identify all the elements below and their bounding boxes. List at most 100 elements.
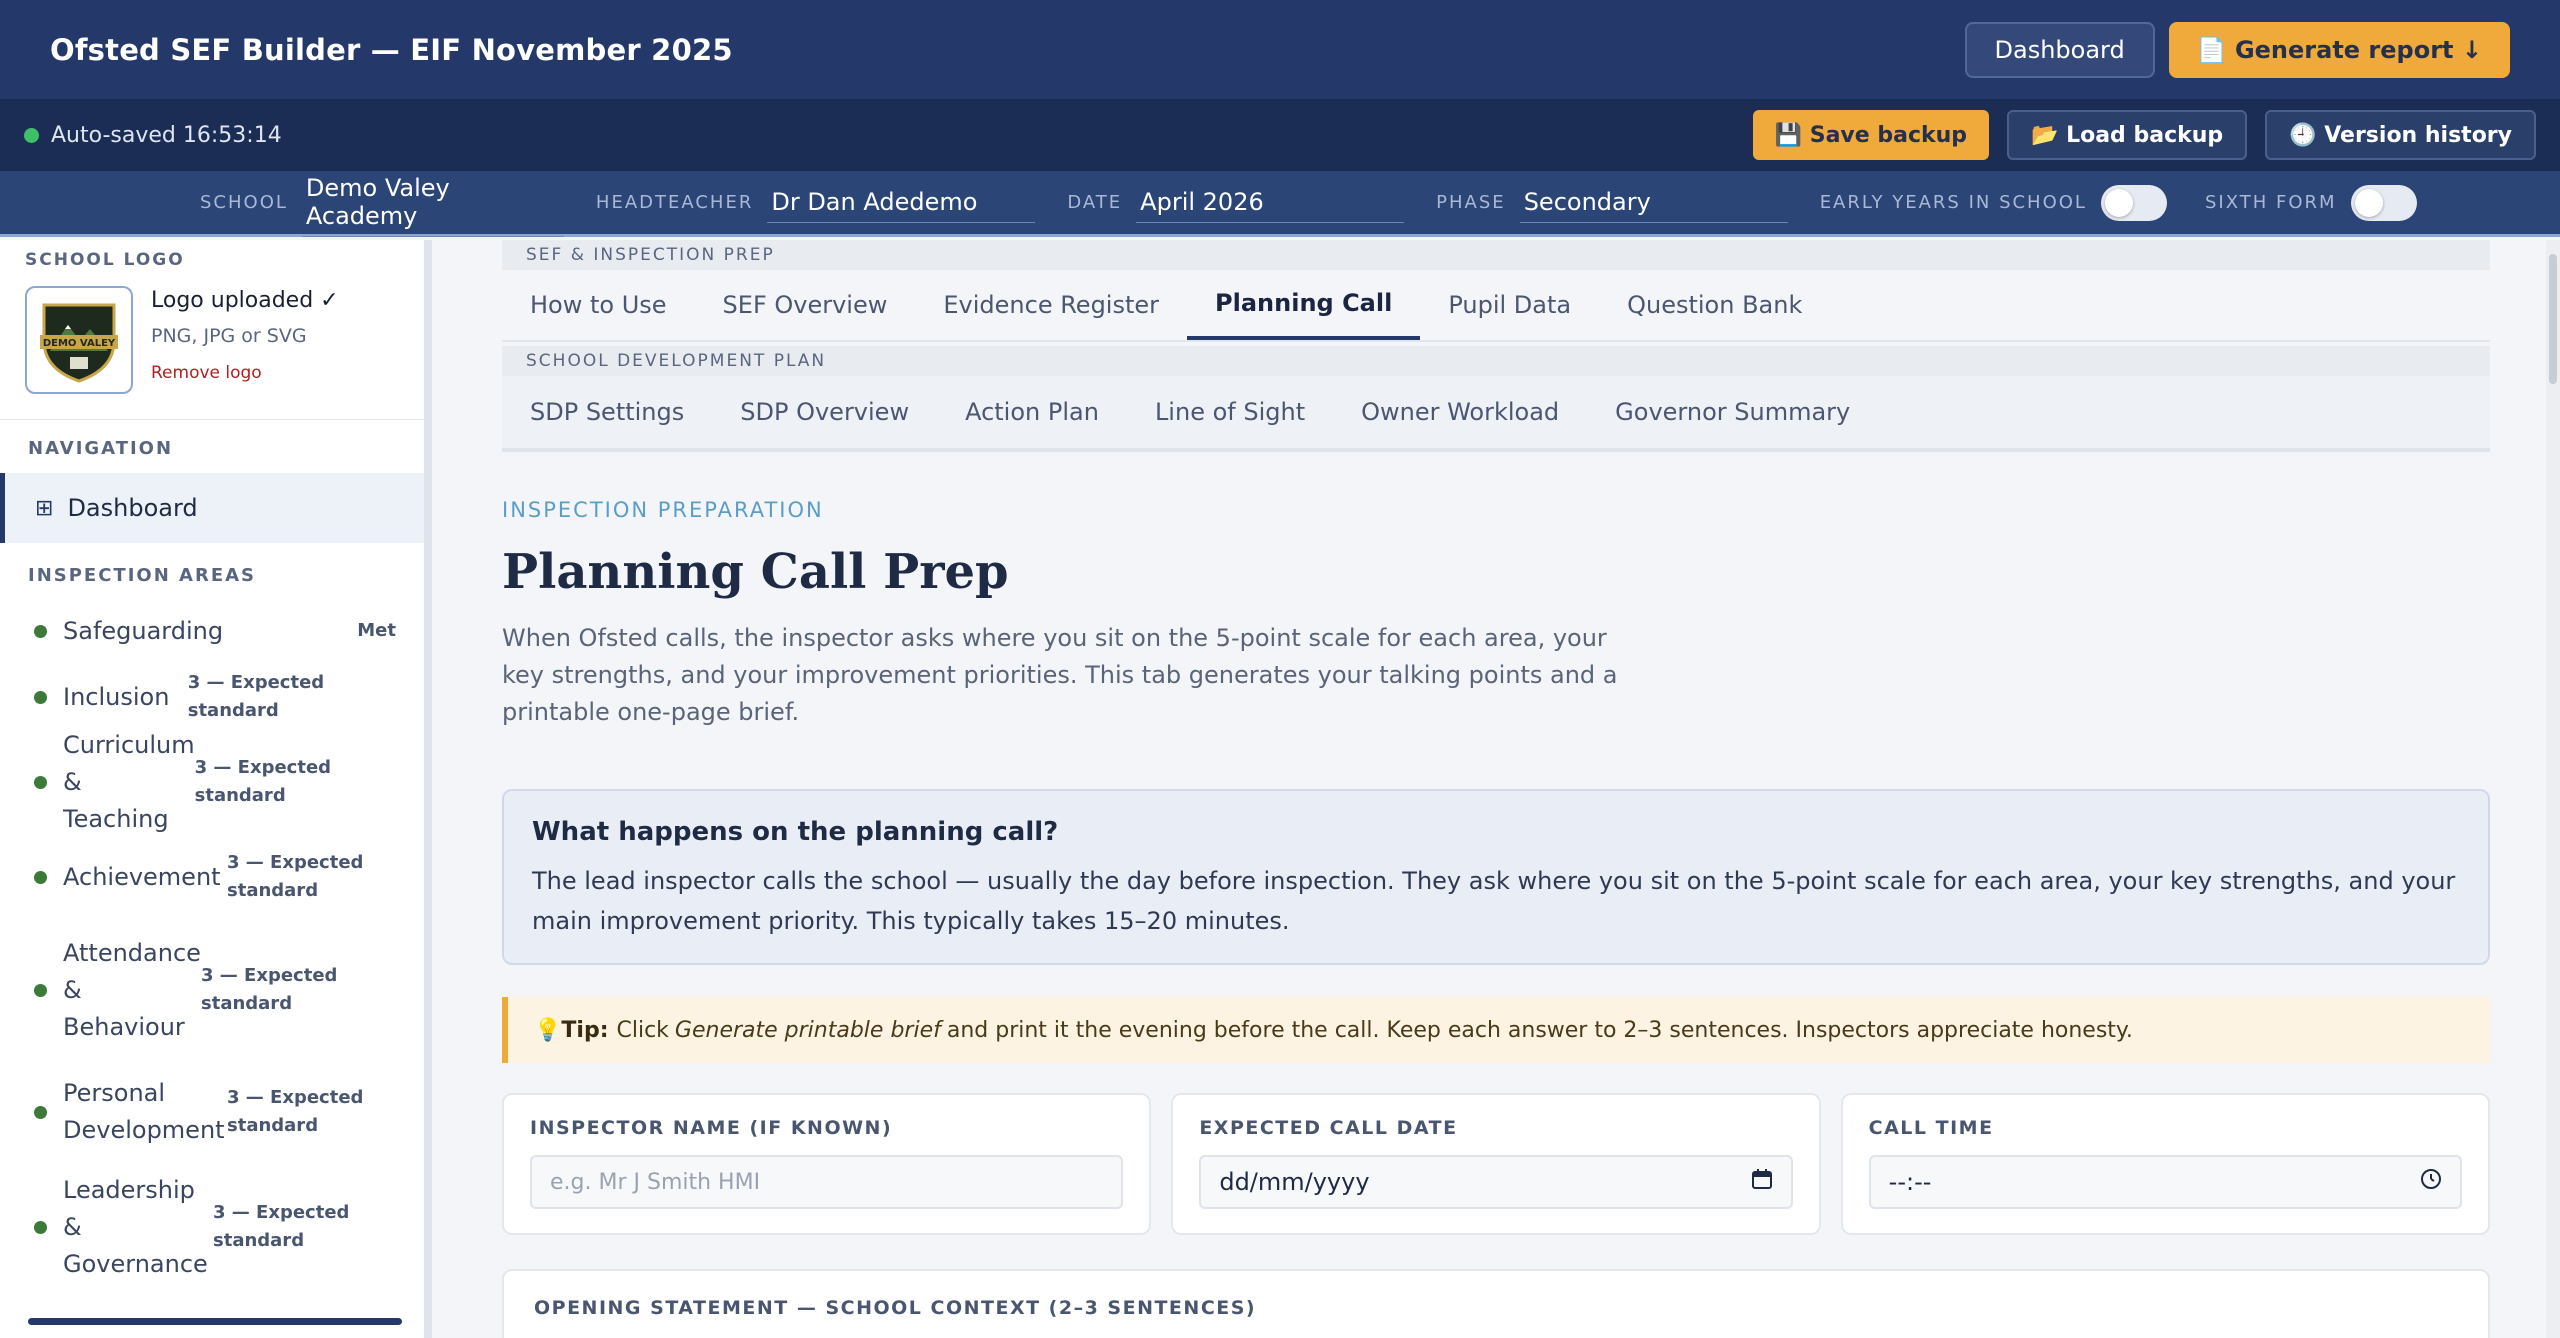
area-name: Inclusion xyxy=(63,682,170,711)
opening-statement-card: OPENING STATEMENT — SCHOOL CONTEXT (2–3 … xyxy=(502,1269,2490,1338)
date-input[interactable]: April 2026 xyxy=(1136,182,1405,223)
sidebar-item-inclusion[interactable]: Inclusion 3 — Expected standard xyxy=(0,664,424,730)
logo-section-label: SCHOOL LOGO xyxy=(25,250,185,270)
school-info-bar: SCHOOL Demo Valey Academy HEADTEACHER Dr… xyxy=(0,171,2560,237)
tab-sdp-settings[interactable]: SDP Settings xyxy=(502,376,712,448)
calendar-icon[interactable] xyxy=(1751,1168,1773,1196)
date-field: DATE April 2026 xyxy=(1067,182,1405,223)
sidebar-item-personal-development[interactable]: Personal Development 3 — Expected standa… xyxy=(0,1060,424,1164)
sdp-tabs: SDP Settings SDP Overview Action Plan Li… xyxy=(502,376,2490,452)
tab-governor-summary[interactable]: Governor Summary xyxy=(1587,376,1878,448)
area-status: 3 — Expected standard xyxy=(194,757,332,806)
phase-select[interactable]: Secondary xyxy=(1519,182,1788,223)
area-status: 3 — Expected standard xyxy=(213,1202,350,1251)
call-date-label: EXPECTED CALL DATE xyxy=(1199,1117,1458,1139)
sixth-form-label: SIXTH FORM xyxy=(2204,192,2337,213)
tab-line-of-sight[interactable]: Line of Sight xyxy=(1127,376,1333,448)
phase-label: PHASE xyxy=(1436,192,1506,213)
toggle-knob xyxy=(2104,188,2133,217)
save-backup-button[interactable]: 💾 Save backup xyxy=(1752,110,1990,160)
app-title: Ofsted SEF Builder — EIF November 2025 xyxy=(50,32,733,67)
area-status: 3 — Expected standard xyxy=(201,965,338,1014)
tab-pupil-data[interactable]: Pupil Data xyxy=(1420,270,1599,340)
sidebar: SCHOOL LOGO DEMO VALEY Logo uploaded ✓ P… xyxy=(0,240,432,1338)
sidebar-item-dashboard[interactable]: ⊞ Dashboard xyxy=(0,473,424,543)
inspection-area-list: Safeguarding Met Inclusion 3 — Expected … xyxy=(0,598,424,1290)
early-years-label: EARLY YEARS IN SCHOOL xyxy=(1819,192,2087,213)
nav-section-label: NAVIGATION xyxy=(28,438,174,459)
tip-banner: 💡 Tip: Click Generate printable brief an… xyxy=(502,997,2490,1063)
status-dot-icon xyxy=(34,870,47,884)
sidebar-item-achievement[interactable]: Achievement 3 — Expected standard xyxy=(0,834,424,920)
area-name: Achievement xyxy=(63,862,221,891)
tip-text-post: and print it the evening before the call… xyxy=(946,1017,2133,1043)
load-backup-button[interactable]: 📂 Load backup xyxy=(2007,110,2248,160)
status-dot-icon xyxy=(34,1105,47,1119)
sidebar-item-attendance-behaviour[interactable]: Attendance & Behaviour 3 — Expected stan… xyxy=(0,920,424,1060)
early-years-toggle[interactable] xyxy=(2100,184,2167,221)
version-history-button[interactable]: 🕘 Version history xyxy=(2265,110,2536,160)
headteacher-input[interactable]: Dr Dan Adedemo xyxy=(767,182,1036,223)
status-dot-icon xyxy=(34,624,47,638)
logo-row: DEMO VALEY Logo uploaded ✓ PNG, JPG or S… xyxy=(25,286,424,394)
page-scrollbar[interactable] xyxy=(2546,240,2560,1338)
school-field: SCHOOL Demo Valey Academy xyxy=(200,168,564,237)
grid-icon: ⊞ xyxy=(35,495,54,521)
headteacher-label: HEADTEACHER xyxy=(595,192,754,213)
area-name: Attendance & Behaviour xyxy=(63,938,201,1041)
remove-logo-link[interactable]: Remove logo xyxy=(151,363,339,383)
area-status: 3 — Expected standard xyxy=(227,1087,364,1136)
tab-sef-overview[interactable]: SEF Overview xyxy=(695,270,916,340)
status-dot-icon xyxy=(34,1220,47,1234)
page-intro: When Ofsted calls, the inspector asks wh… xyxy=(502,624,1618,726)
inspector-name-input[interactable]: e.g. Mr J Smith HMI xyxy=(530,1155,1124,1209)
tab-planning-call[interactable]: Planning Call xyxy=(1187,270,1421,340)
call-date-value: dd/mm/yyyy xyxy=(1219,1168,1370,1196)
tip-label: Tip: xyxy=(561,1017,609,1043)
page-title: Planning Call Prep xyxy=(502,544,1009,600)
logo-formats-text: PNG, JPG or SVG xyxy=(151,325,307,347)
area-status: 3 — Expected standard xyxy=(227,852,364,901)
call-time-label: CALL TIME xyxy=(1868,1117,1994,1139)
status-dot-icon xyxy=(34,690,47,704)
tab-owner-workload[interactable]: Owner Workload xyxy=(1333,376,1587,448)
tab-question-bank[interactable]: Question Bank xyxy=(1599,270,1830,340)
tab-evidence-register[interactable]: Evidence Register xyxy=(915,270,1187,340)
generate-report-button[interactable]: 📄 Generate report ↓ xyxy=(2168,21,2510,78)
planning-call-info-card: What happens on the planning call? The l… xyxy=(502,789,2490,965)
tab-how-to-use[interactable]: How to Use xyxy=(502,270,695,340)
opening-statement-label: OPENING STATEMENT — SCHOOL CONTEXT (2–3 … xyxy=(534,1297,1257,1319)
sidebar-item-leadership-governance[interactable]: Leadership & Governance 3 — Expected sta… xyxy=(0,1164,424,1290)
sidebar-item-safeguarding[interactable]: Safeguarding Met xyxy=(0,598,424,664)
area-status: Met xyxy=(357,620,396,641)
sixth-form-toggle[interactable] xyxy=(2350,184,2417,221)
call-time-value: --:-- xyxy=(1888,1168,1932,1196)
header-actions: Dashboard 📄 Generate report ↓ xyxy=(1964,21,2510,78)
sidebar-item-curriculum-teaching[interactable]: Curriculum & Teaching 3 — Expected stand… xyxy=(0,730,424,834)
status-dot-icon xyxy=(34,983,47,997)
call-date-input[interactable]: dd/mm/yyyy xyxy=(1199,1155,1793,1209)
app-header: Ofsted SEF Builder — EIF November 2025 D… xyxy=(0,0,2560,99)
logo-section: SCHOOL LOGO DEMO VALEY Logo uploaded ✓ P… xyxy=(0,240,424,420)
backup-actions: 💾 Save backup 📂 Load backup 🕘 Version hi… xyxy=(1752,110,2536,160)
sidebar-progress-bar xyxy=(28,1318,402,1325)
logo-info: Logo uploaded ✓ PNG, JPG or SVG Remove l… xyxy=(151,286,339,394)
school-logo[interactable]: DEMO VALEY xyxy=(25,286,133,394)
info-card-title: What happens on the planning call? xyxy=(532,817,1059,847)
phase-field: PHASE Secondary xyxy=(1436,182,1788,223)
areas-section-label: INSPECTION AREAS xyxy=(28,565,257,586)
area-name: Personal Development xyxy=(63,1079,225,1144)
page-eyebrow: INSPECTION PREPARATION xyxy=(502,498,824,522)
tab-sdp-overview[interactable]: SDP Overview xyxy=(712,376,937,448)
main-content: SEF & INSPECTION PREP How to Use SEF Ove… xyxy=(502,240,2490,1338)
dashboard-button[interactable]: Dashboard xyxy=(1964,21,2155,78)
clock-icon[interactable] xyxy=(2420,1168,2442,1196)
call-time-input[interactable]: --:-- xyxy=(1868,1155,2462,1209)
tab-action-plan[interactable]: Action Plan xyxy=(937,376,1127,448)
school-input[interactable]: Demo Valey Academy xyxy=(301,168,564,237)
scrollbar-thumb[interactable] xyxy=(2549,254,2557,384)
area-name: Safeguarding xyxy=(63,616,224,645)
school-crest-icon: DEMO VALEY xyxy=(40,303,118,383)
sidebar-item-label: Dashboard xyxy=(67,494,198,522)
tab-group-label-sdp: SCHOOL DEVELOPMENT PLAN xyxy=(502,346,2490,376)
